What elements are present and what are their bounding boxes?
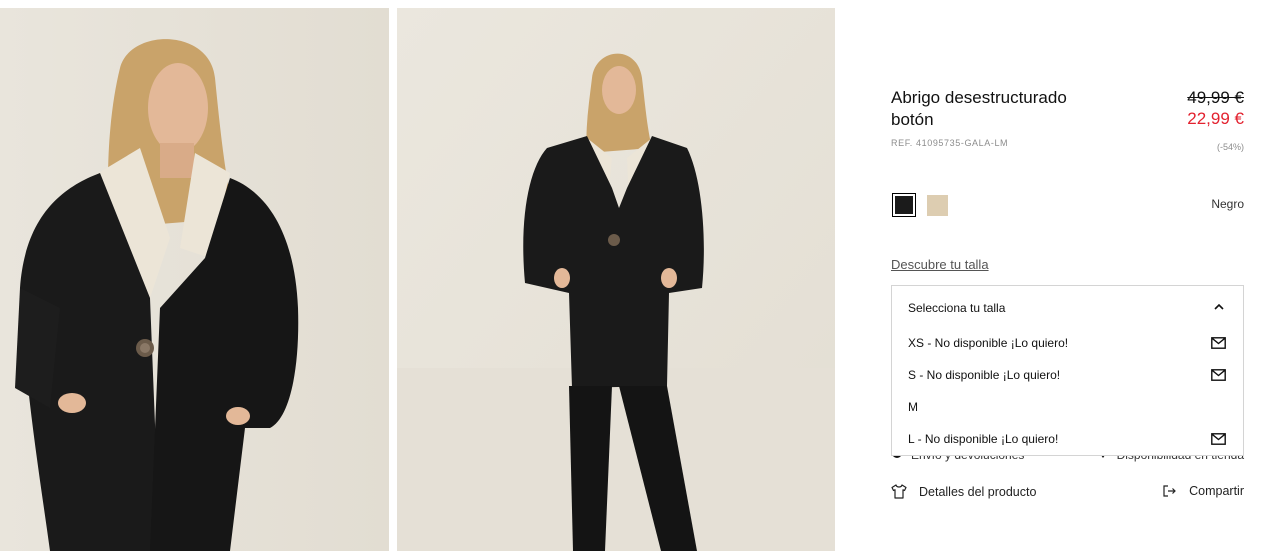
size-option-label: M — [908, 400, 918, 414]
share-icon — [1163, 485, 1176, 497]
mail-icon[interactable] — [1211, 369, 1226, 381]
discount-badge: (-54%) — [1216, 142, 1244, 152]
product-details-label: Detalles del producto — [919, 484, 1037, 499]
size-option-m[interactable]: M — [892, 393, 1243, 423]
color-swatch-beige[interactable] — [927, 195, 948, 216]
selected-color-label: Negro — [1211, 197, 1244, 211]
size-option-s[interactable]: S - No disponible ¡Lo quiero! — [892, 361, 1243, 391]
product-photo-full[interactable] — [397, 8, 835, 551]
share-link[interactable]: Compartir — [1163, 484, 1244, 498]
size-dropdown-label: Selecciona tu talla — [908, 301, 1006, 315]
product-reference: REF. 41095735-GALA-LM — [891, 138, 1009, 148]
share-label: Compartir — [1189, 484, 1244, 498]
original-price: 49,99 € — [1187, 88, 1244, 107]
color-swatch-black[interactable] — [892, 193, 916, 217]
mail-icon[interactable] — [1211, 433, 1226, 445]
tshirt-icon — [891, 484, 907, 499]
size-option-label: L - No disponible ¡Lo quiero! — [908, 432, 1059, 446]
sale-price: 22,99 € — [1187, 109, 1244, 128]
product-info-panel: Abrigo desestructurado botón REF. 410957… — [891, 0, 1244, 551]
size-option-xs[interactable]: XS - No disponible ¡Lo quiero! — [892, 329, 1243, 359]
product-details-link[interactable]: Detalles del producto — [891, 484, 1036, 499]
size-guide-link[interactable]: Descubre tu talla — [891, 257, 989, 272]
size-dropdown-toggle[interactable]: Selecciona tu talla — [892, 286, 1243, 328]
size-option-label: XS - No disponible ¡Lo quiero! — [908, 336, 1069, 350]
size-option-label: S - No disponible ¡Lo quiero! — [908, 368, 1061, 382]
size-dropdown[interactable]: Selecciona tu talla XS - No disponible ¡… — [891, 285, 1244, 456]
product-photo-closeup[interactable] — [0, 8, 389, 551]
chevron-up-icon — [1214, 304, 1224, 310]
product-title: Abrigo desestructurado botón — [891, 88, 1067, 129]
mail-icon[interactable] — [1211, 337, 1226, 349]
size-option-l[interactable]: L - No disponible ¡Lo quiero! — [892, 425, 1243, 455]
